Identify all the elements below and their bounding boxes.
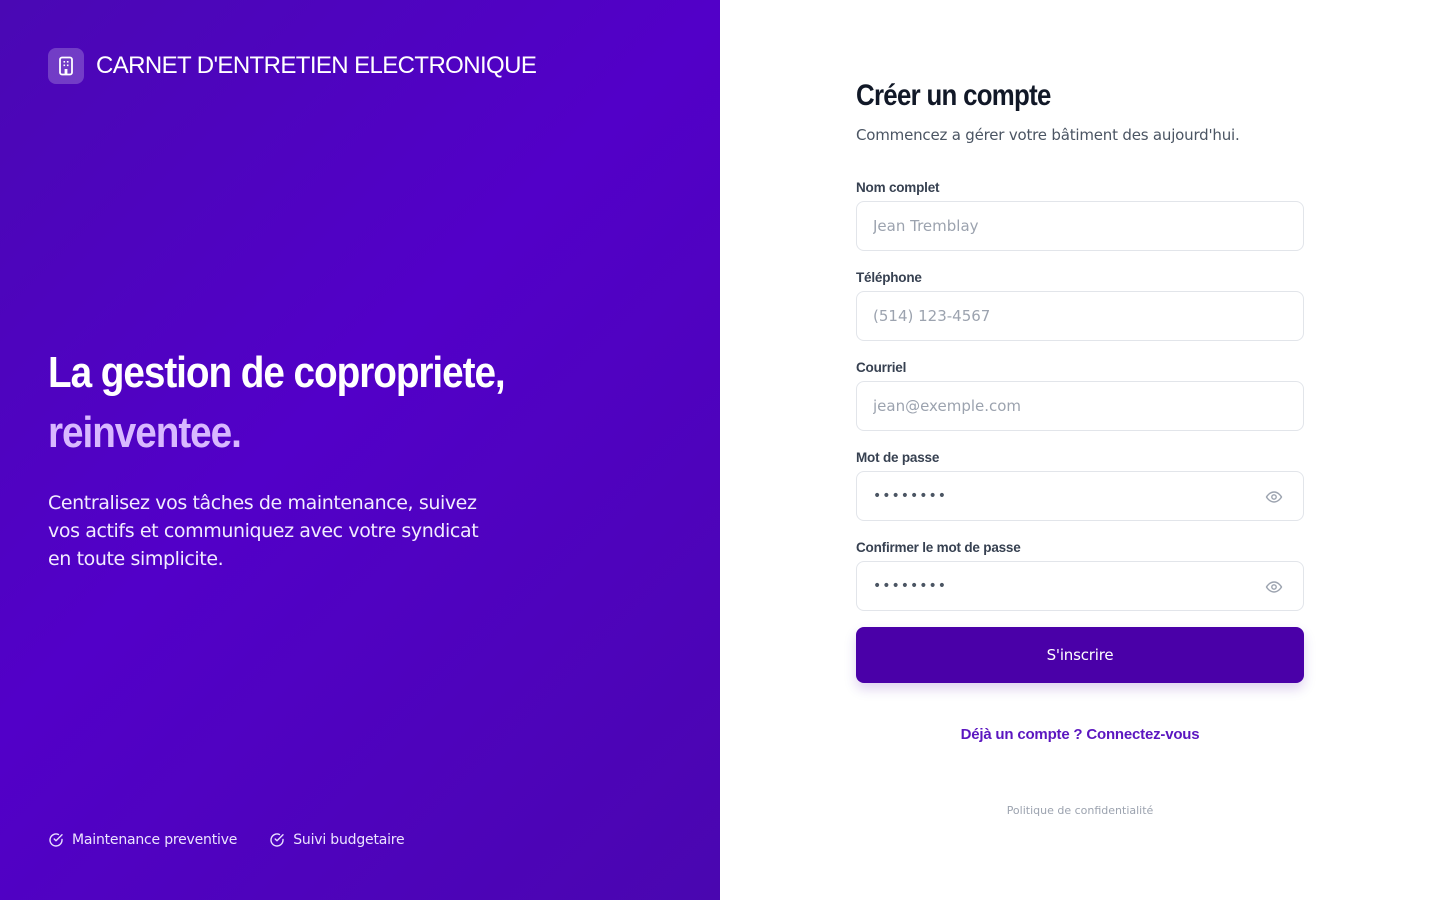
brand-title: CARNET D'ENTRETIEN ELECTRONIQUE	[96, 52, 537, 79]
eye-icon[interactable]	[1265, 488, 1283, 506]
name-label: Nom complet	[856, 180, 940, 195]
login-link[interactable]: Déjà un compte ? Connectez-vous	[856, 726, 1304, 743]
eye-icon[interactable]	[1265, 578, 1283, 596]
feature-list: Maintenance preventive Suivi budgetaire	[48, 832, 436, 848]
hero-title-line2: reinventee.	[48, 408, 242, 457]
phone-input-box[interactable]	[856, 291, 1304, 341]
name-input-box[interactable]	[856, 201, 1304, 251]
hero-title: La gestion de copropriete, reinventee.	[48, 343, 541, 463]
hero-panel: CARNET D'ENTRETIEN ELECTRONIQUE La gesti…	[0, 0, 720, 900]
name-input[interactable]	[873, 217, 1287, 235]
feature-item: Suivi budgetaire	[269, 832, 405, 848]
check-circle-icon	[270, 833, 284, 847]
privacy-link[interactable]: Politique de confidentialité	[856, 804, 1304, 817]
confirm-password-input[interactable]: ••••••••	[856, 561, 1304, 611]
building-icon	[48, 48, 84, 84]
signup-panel: Créer un compte Commencez a gérer votre …	[720, 0, 1440, 900]
check-circle-icon	[49, 833, 63, 847]
feature-label: Suivi budgetaire	[293, 832, 405, 848]
signup-button[interactable]: S'inscrire	[856, 627, 1304, 683]
form-title: Créer un compte	[856, 79, 1051, 112]
confirm-password-value: ••••••••	[873, 578, 948, 594]
email-label: Courriel	[856, 360, 907, 375]
password-field-group: Mot de passe ••••••••	[856, 450, 1304, 521]
hero-description: Centralisez vos tâches de maintenance, s…	[48, 492, 479, 570]
password-label: Mot de passe	[856, 450, 940, 465]
feature-item: Maintenance preventive	[48, 832, 237, 848]
confirm-password-field-group: Confirmer le mot de passe ••••••••	[856, 540, 1304, 611]
email-field-group: Courriel	[856, 360, 1304, 431]
hero: La gestion de copropriete, reinventee. C…	[48, 343, 608, 573]
email-input-box[interactable]	[856, 381, 1304, 431]
phone-field-group: Téléphone	[856, 270, 1304, 341]
email-input[interactable]	[873, 397, 1287, 415]
feature-label: Maintenance preventive	[72, 832, 238, 848]
form-subtitle: Commencez a gérer votre bâtiment des auj…	[856, 126, 1240, 144]
password-value: ••••••••	[873, 488, 948, 504]
brand: CARNET D'ENTRETIEN ELECTRONIQUE	[48, 48, 537, 84]
hero-title-line1: La gestion de copropriete,	[48, 348, 506, 397]
signup-form: Créer un compte Commencez a gérer votre …	[856, 78, 1304, 817]
password-input[interactable]: ••••••••	[856, 471, 1304, 521]
phone-input[interactable]	[873, 307, 1287, 325]
phone-label: Téléphone	[856, 270, 922, 285]
confirm-password-label: Confirmer le mot de passe	[856, 540, 1021, 555]
name-field-group: Nom complet	[856, 180, 1304, 251]
